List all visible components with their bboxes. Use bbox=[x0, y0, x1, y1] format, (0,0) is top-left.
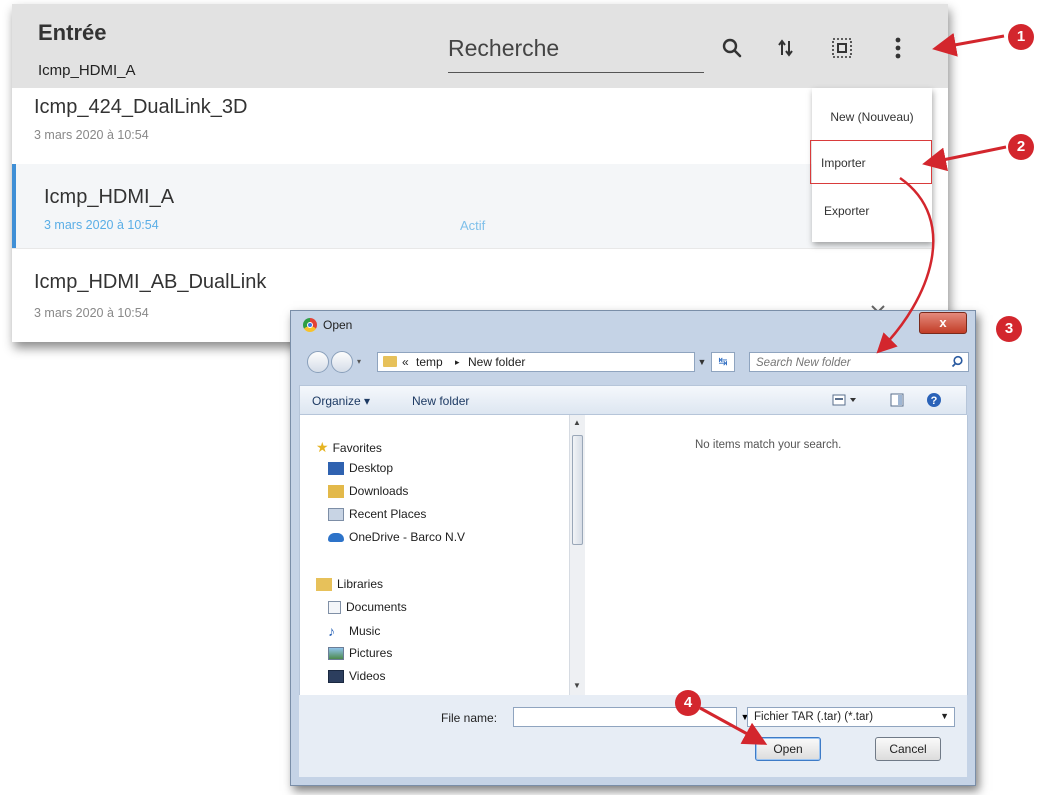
arrow-1 bbox=[932, 32, 1005, 57]
arrow-4 bbox=[699, 706, 768, 745]
arrow-2 bbox=[922, 145, 1007, 172]
callout-2: 2 bbox=[1008, 134, 1034, 160]
callout-1: 1 bbox=[1008, 24, 1034, 50]
callout-3: 3 bbox=[996, 316, 1022, 342]
callout-arrows bbox=[699, 32, 1007, 745]
callout-4: 4 bbox=[675, 690, 701, 716]
arrow-3 bbox=[876, 176, 935, 354]
